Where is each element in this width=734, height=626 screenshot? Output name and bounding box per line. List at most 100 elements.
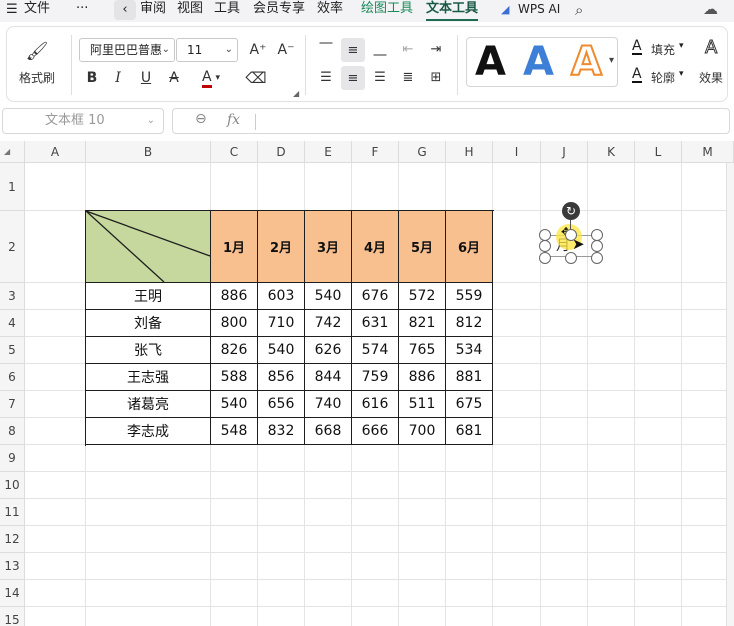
eraser-icon[interactable]: ⌫ [245, 67, 267, 89]
bold-button[interactable]: B [81, 67, 103, 89]
distribute-icon[interactable]: ⊞ [425, 66, 447, 88]
menu-drawing-tools[interactable]: 绘图工具 [361, 0, 413, 20]
value-cell[interactable]: 656 [258, 391, 305, 418]
resize-handle[interactable] [591, 240, 603, 252]
column-header-b[interactable]: B [86, 141, 211, 163]
text-style-orange[interactable]: A [570, 38, 603, 86]
column-header-m[interactable]: M [682, 141, 734, 163]
menu-text-tools[interactable]: 文本工具 [426, 0, 478, 20]
month-header-cell[interactable]: 2月 [258, 211, 305, 283]
outline-icon[interactable]: A [632, 67, 642, 83]
value-cell[interactable]: 540 [211, 391, 258, 418]
month-header-cell[interactable]: 4月 [352, 211, 399, 283]
increase-indent-icon[interactable]: ⇥ [425, 38, 447, 60]
row-header-15[interactable]: 15 [0, 607, 25, 626]
value-cell[interactable]: 765 [399, 337, 446, 364]
effects-label[interactable]: 效果 [699, 69, 723, 86]
menu-member[interactable]: 会员专享 [253, 0, 305, 20]
menu-wps-ai[interactable]: WPS AI [518, 0, 560, 20]
value-cell[interactable]: 616 [352, 391, 399, 418]
value-cell[interactable]: 710 [258, 310, 305, 337]
cloud-sync-icon[interactable]: ☁ [703, 0, 718, 18]
justify-icon[interactable]: ≣ [397, 66, 419, 88]
value-cell[interactable]: 572 [399, 283, 446, 310]
font-size-select[interactable]: 11 ⌄ [176, 38, 238, 62]
column-header-i[interactable]: I [493, 141, 541, 163]
value-cell[interactable]: 821 [399, 310, 446, 337]
month-header-cell[interactable]: 3月 [305, 211, 352, 283]
row-header-9[interactable]: 9 [0, 445, 25, 472]
month-header-cell[interactable]: 5月 [399, 211, 446, 283]
value-cell[interactable]: 534 [446, 337, 493, 364]
align-right-icon[interactable]: ☰ [369, 66, 391, 88]
value-cell[interactable]: 540 [258, 337, 305, 364]
value-cell[interactable]: 844 [305, 364, 352, 391]
font-dialog-launcher-icon[interactable]: ◢ [293, 89, 299, 98]
rotate-handle-icon[interactable]: ↻ [562, 202, 580, 220]
value-cell[interactable]: 886 [211, 283, 258, 310]
row-header-12[interactable]: 12 [0, 526, 25, 553]
resize-handle[interactable] [565, 252, 577, 264]
fill-icon[interactable]: A [632, 39, 642, 55]
strikethrough-button[interactable]: A [163, 67, 185, 89]
row-header-11[interactable]: 11 [0, 499, 25, 526]
align-left-icon[interactable]: ☰ [315, 66, 337, 88]
column-header-j[interactable]: J [541, 141, 588, 163]
row-header-7[interactable]: 7 [0, 391, 25, 418]
text-style-black[interactable]: A [475, 38, 506, 86]
underline-button[interactable]: U [135, 67, 157, 89]
outline-label[interactable]: 轮廓 [651, 69, 675, 86]
column-header-e[interactable]: E [305, 141, 352, 163]
value-cell[interactable]: 742 [305, 310, 352, 337]
value-cell[interactable]: 676 [352, 283, 399, 310]
zoom-formula-icon[interactable]: ⊖ [195, 111, 207, 127]
effects-icon[interactable]: A [704, 37, 717, 59]
diagonal-header-cell[interactable] [86, 211, 211, 283]
name-cell[interactable]: 张飞 [86, 337, 211, 364]
value-cell[interactable]: 574 [352, 337, 399, 364]
fill-label[interactable]: 填充 [651, 41, 675, 58]
value-cell[interactable]: 559 [446, 283, 493, 310]
value-cell[interactable]: 548 [211, 418, 258, 445]
name-cell[interactable]: 刘备 [86, 310, 211, 337]
value-cell[interactable]: 675 [446, 391, 493, 418]
value-cell[interactable]: 886 [399, 364, 446, 391]
column-header-g[interactable]: G [399, 141, 446, 163]
align-bottom-icon[interactable]: ⎽ [369, 38, 391, 60]
value-cell[interactable]: 700 [399, 418, 446, 445]
value-cell[interactable]: 856 [258, 364, 305, 391]
value-cell[interactable]: 740 [305, 391, 352, 418]
name-cell[interactable]: 王明 [86, 283, 211, 310]
column-header-l[interactable]: L [635, 141, 682, 163]
value-cell[interactable]: 800 [211, 310, 258, 337]
row-header-6[interactable]: 6 [0, 364, 25, 391]
menu-file[interactable]: 文件 [24, 0, 50, 20]
format-painter-icon[interactable]: 🖌 [25, 39, 49, 63]
row-header-5[interactable]: 5 [0, 337, 25, 364]
value-cell[interactable]: 626 [305, 337, 352, 364]
menu-view[interactable]: 视图 [177, 0, 203, 20]
column-header-f[interactable]: F [352, 141, 399, 163]
search-icon[interactable]: ⌕ [575, 1, 583, 19]
row-header-2[interactable]: 2 [0, 211, 25, 283]
value-cell[interactable]: 826 [211, 337, 258, 364]
row-header-8[interactable]: 8 [0, 418, 25, 445]
align-middle-icon[interactable]: ≡ [341, 38, 365, 62]
row-header-3[interactable]: 3 [0, 283, 25, 310]
gallery-expand-icon[interactable]: ▾ [609, 55, 614, 66]
name-cell[interactable]: 王志强 [86, 364, 211, 391]
column-header-a[interactable]: A [25, 141, 86, 163]
value-cell[interactable]: 668 [305, 418, 352, 445]
font-grow-button[interactable]: A⁺ [247, 39, 269, 61]
resize-handle[interactable] [539, 252, 551, 264]
month-header-cell[interactable]: 1月 [211, 211, 258, 283]
column-header-h[interactable]: H [446, 141, 493, 163]
hamburger-icon[interactable]: ☰ [6, 2, 18, 17]
row-header-14[interactable]: 14 [0, 580, 25, 607]
resize-handle[interactable] [539, 240, 551, 252]
value-cell[interactable]: 812 [446, 310, 493, 337]
value-cell[interactable]: 511 [399, 391, 446, 418]
row-header-4[interactable]: 4 [0, 310, 25, 337]
fx-label[interactable]: fx [227, 112, 240, 128]
value-cell[interactable]: 603 [258, 283, 305, 310]
